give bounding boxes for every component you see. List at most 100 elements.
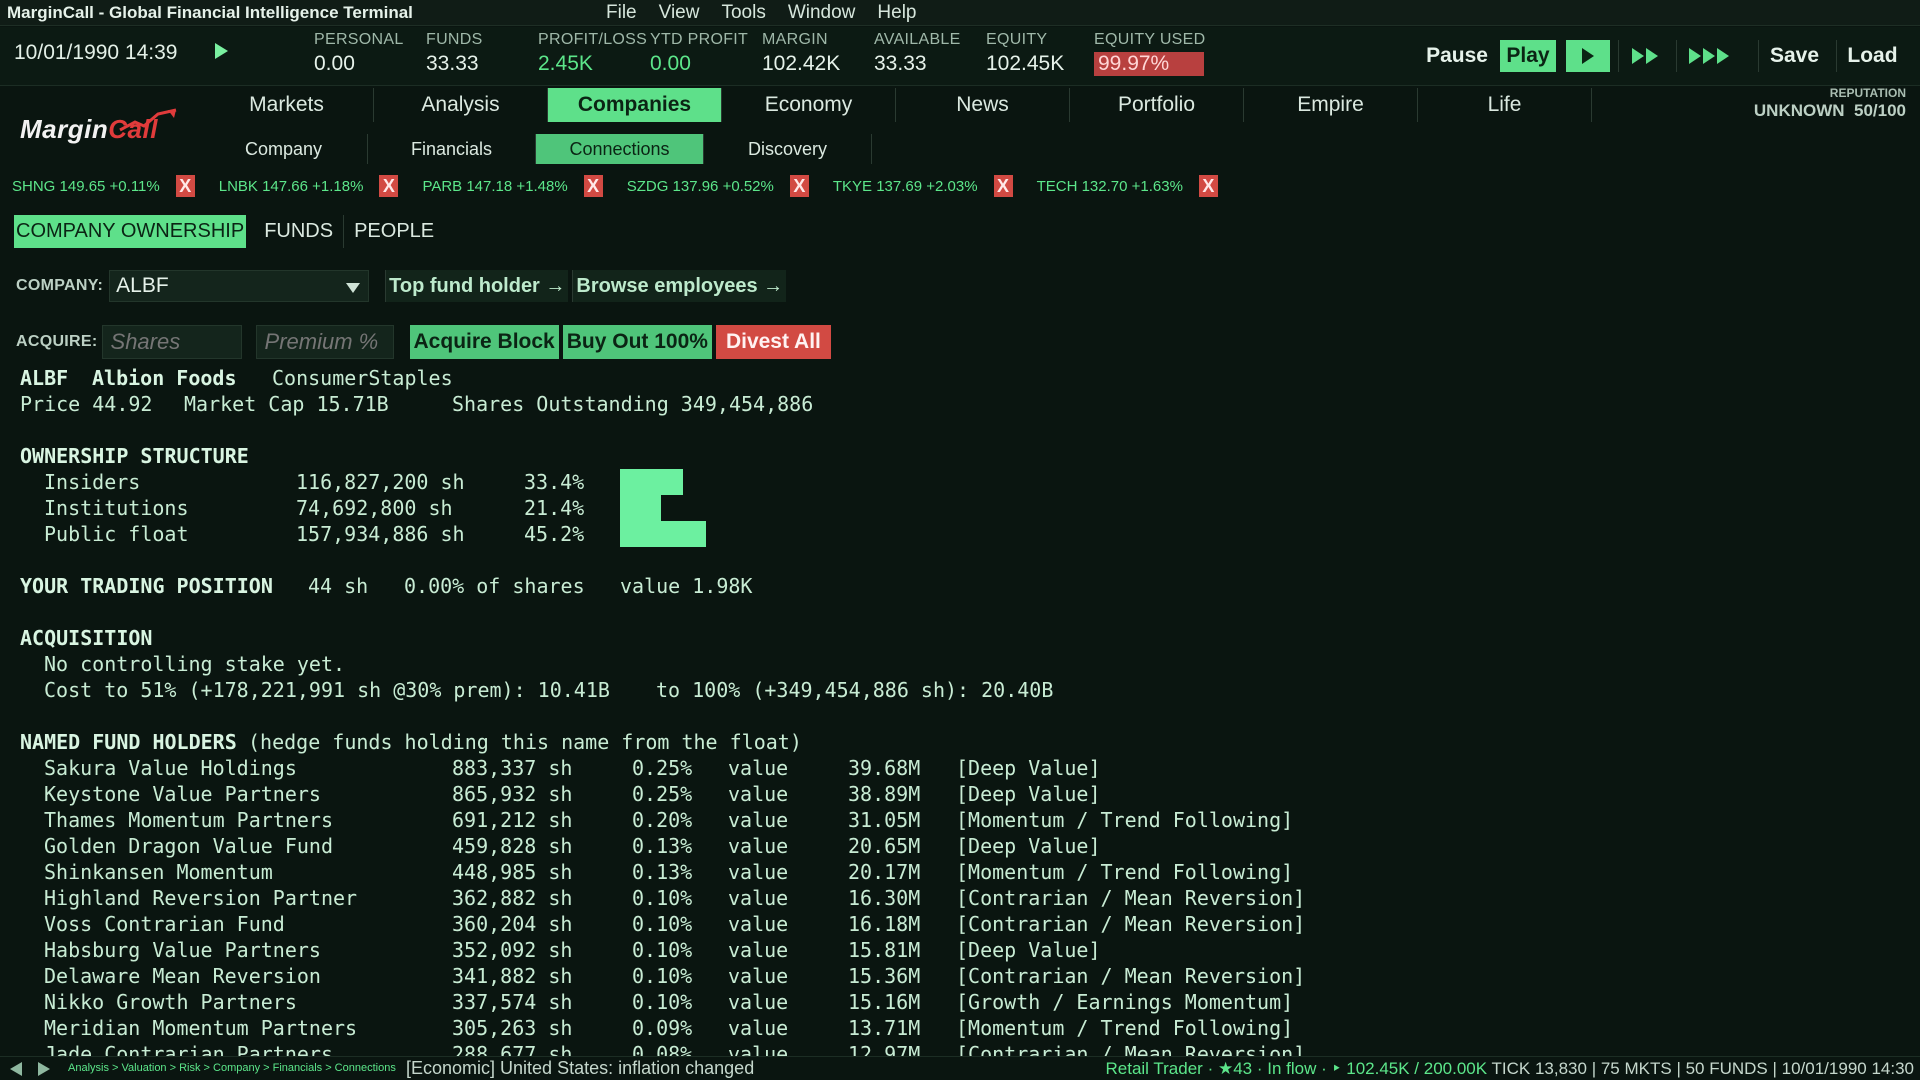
tab-companies[interactable]: Companies (548, 88, 722, 122)
tab-economy[interactable]: Economy (722, 88, 896, 122)
company-shares-outstanding: Shares Outstanding 349,454,886 (452, 392, 814, 416)
fund-value: 15.81M (848, 938, 921, 962)
fast-forward-icon (1631, 48, 1644, 65)
title-bar: MarginCall - Global Financial Intelligen… (0, 0, 1920, 26)
ticker-text: LNBK 147.66 +1.18% (218, 177, 364, 195)
ticker-close-button[interactable]: X (993, 175, 1013, 197)
ticker-close-button[interactable]: X (583, 175, 603, 197)
acquire-block-button[interactable]: Acquire Block (409, 325, 559, 359)
fund-pct: 0.10% (632, 912, 693, 936)
tab-markets[interactable]: Markets (200, 88, 374, 122)
menu-window[interactable]: Window (777, 2, 867, 24)
play-button[interactable]: Play (1500, 40, 1556, 72)
premium-input[interactable] (255, 325, 394, 359)
breadcrumb[interactable]: Analysis > Valuation > Risk > Company > … (68, 1062, 396, 1074)
fund-value-label: value (728, 756, 789, 780)
buy-out-button[interactable]: Buy Out 100% (562, 325, 712, 359)
company-market-cap: Market Cap 15.71B (184, 392, 389, 416)
stat-profit-loss: PROFIT/LOSS 2.45K (538, 31, 647, 76)
tab-company-ownership[interactable]: COMPANY OWNERSHIP (14, 215, 247, 248)
fund-value-label: value (728, 886, 789, 910)
acquisition-status: No controlling stake yet. (44, 652, 346, 676)
ticker-item[interactable]: TECH 132.70 +1.63% X (1037, 174, 1230, 198)
player-role: Retail Trader (1105, 1059, 1203, 1078)
fund-name: Sakura Value Holdings (44, 756, 297, 780)
company-label: COMPANY: (16, 277, 104, 294)
speed-1-button[interactable] (1566, 40, 1610, 72)
ownership-pct: 45.2% (524, 522, 585, 546)
fund-pct: 0.10% (632, 886, 693, 910)
load-button[interactable]: Load (1836, 40, 1908, 72)
company-ticker: ALBF (20, 366, 69, 390)
fund-style: [Contrarian / Mean Reversion] (956, 886, 1306, 910)
nav-forward-icon[interactable] (38, 1062, 50, 1076)
shares-input[interactable] (101, 325, 242, 359)
news-ticker: [Economic] United States: inflation chan… (406, 1058, 755, 1078)
ticker-text: SZDG 137.96 +0.52% (626, 177, 774, 195)
fund-style: [Contrarian / Mean Reversion] (956, 964, 1306, 988)
company-price: Price 44.92 (20, 392, 153, 416)
top-fund-holder-link[interactable]: Top fund holder → (385, 270, 569, 302)
ticker-item[interactable]: LNBK 147.66 +1.18% X (219, 174, 411, 198)
tab-funds[interactable]: FUNDS (254, 215, 345, 248)
ticker-close-button[interactable]: X (379, 175, 399, 197)
ticker-close-button[interactable]: X (789, 175, 809, 197)
nav-back-icon[interactable] (10, 1062, 22, 1076)
tab-portfolio[interactable]: Portfolio (1070, 88, 1244, 122)
fund-name: Delaware Mean Reversion (44, 964, 321, 988)
player-rank: ★43 (1217, 1059, 1253, 1078)
subtab-discovery[interactable]: Discovery (704, 134, 872, 164)
fastest-forward-icon (1716, 48, 1729, 65)
save-button[interactable]: Save (1758, 40, 1830, 72)
subtab-company[interactable]: Company (200, 134, 368, 164)
ticker-item[interactable]: SHNG 149.65 +0.11% X (12, 174, 207, 198)
play-icon (1582, 48, 1594, 65)
ownership-holder: Institutions (44, 496, 189, 520)
fund-name: Keystone Value Partners (44, 782, 321, 806)
stat-available: AVAILABLE 33.33 (874, 31, 961, 76)
speed-3-button[interactable] (1676, 40, 1740, 72)
app-title: MarginCall - Global Financial Intelligen… (7, 3, 413, 22)
ticker-text: PARB 147.18 +1.48% (422, 177, 568, 195)
tab-life[interactable]: Life (1418, 88, 1592, 122)
tab-analysis[interactable]: Analysis (374, 88, 548, 122)
tab-people[interactable]: PEOPLE (344, 215, 444, 248)
speed-2-button[interactable] (1618, 40, 1670, 72)
ownership-report: ALBF Albion Foods ConsumerStaples Price … (20, 365, 1400, 1057)
ticker-close-button[interactable]: X (1198, 175, 1218, 197)
ticker-item[interactable]: TKYE 137.69 +2.03% X (833, 174, 1025, 198)
ticker-item[interactable]: PARB 147.18 +1.48% X (422, 174, 614, 198)
main-nav: Markets Analysis Companies Economy News … (200, 88, 1592, 122)
fund-value-label: value (728, 1016, 789, 1040)
reputation-panel: REPUTATION UNKNOWN 50/100 (1754, 86, 1906, 121)
menu-file[interactable]: File (595, 2, 648, 24)
ownership-pct: 21.4% (524, 496, 585, 520)
pause-button[interactable]: Pause (1420, 40, 1494, 72)
fast-forward-icon (1645, 48, 1658, 65)
subtab-connections[interactable]: Connections (536, 134, 704, 164)
reputation-status: UNKNOWN (1753, 101, 1845, 120)
app-logo: MarginCall (20, 108, 180, 148)
divest-all-button[interactable]: Divest All (715, 325, 831, 359)
menu-view[interactable]: View (648, 2, 711, 24)
acquisition-cost-51: Cost to 51% (+178,221,991 sh @30% prem):… (44, 678, 610, 702)
fund-name: Habsburg Value Partners (44, 938, 321, 962)
ticker-close-button[interactable]: X (175, 175, 195, 197)
clock-play-icon[interactable] (215, 43, 228, 59)
fund-style: [Deep Value] (956, 938, 1101, 962)
menu-tools[interactable]: Tools (710, 2, 776, 24)
markets-count: 75 MKTS (1600, 1059, 1672, 1078)
tab-news[interactable]: News (896, 88, 1070, 122)
subtab-financials[interactable]: Financials (368, 134, 536, 164)
menu-help[interactable]: Help (866, 2, 927, 24)
fund-value-label: value (728, 990, 789, 1014)
ticker-item[interactable]: SZDG 137.96 +0.52% X (627, 174, 821, 198)
tab-empire[interactable]: Empire (1244, 88, 1418, 122)
app-window: { "app": { "title": "MarginCall - Global… (0, 0, 1920, 1080)
stat-ytd-profit: YTD PROFIT 0.00 (650, 31, 748, 76)
company-select[interactable]: ALBF (109, 270, 370, 302)
stat-value: 0.00 (314, 52, 355, 75)
browse-employees-link[interactable]: Browse employees → (572, 270, 787, 302)
fund-shares: 865,932 sh (452, 782, 573, 806)
fund-holders-subheading: (hedge funds holding this name from the … (248, 730, 802, 754)
